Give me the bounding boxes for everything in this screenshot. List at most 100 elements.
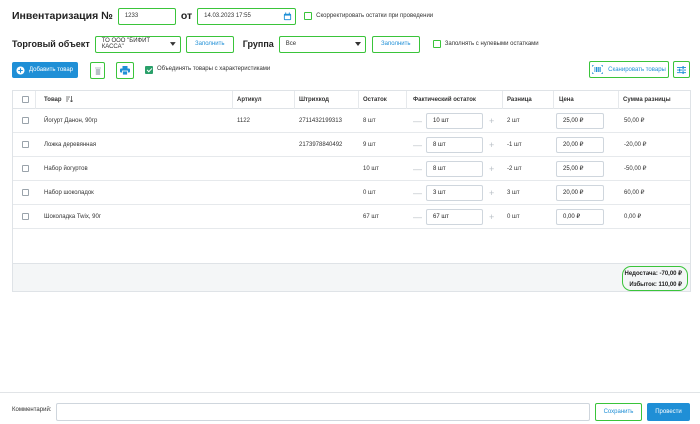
product-stock: 67 шт [363,214,379,220]
sort-icon[interactable] [66,96,74,104]
product-diff: 3 шт [507,190,520,196]
surplus-total: Избыток: 110,00 ₽ [629,282,682,288]
inventory-table: Товар Артикул Штрихкод Остаток Фактическ… [12,90,691,292]
zero-stock-label: Заполнять с нулевыми остатками [444,41,539,47]
date-label: от [180,10,193,22]
calendar-icon[interactable] [283,11,292,21]
table-header: Товар Артикул Штрихкод Остаток Фактическ… [13,91,690,109]
row-checkbox[interactable] [22,141,29,148]
row-checkbox[interactable] [22,165,29,172]
add-product-button[interactable]: Добавить товар [12,62,78,78]
shortage-total: Недостача: -70,00 ₽ [624,271,682,277]
fill-group-button[interactable]: Заполнить [371,35,420,53]
column-header-diff: Разница [507,97,532,103]
column-header-sum: Сумма разницы [623,97,671,103]
plus-icon[interactable]: + [489,133,494,157]
plus-icon[interactable]: + [489,157,494,181]
minus-icon[interactable]: — [413,133,422,157]
scan-products-button[interactable]: Сканировать товары [589,61,669,78]
date-field[interactable]: 14.03.2023 17:55 [197,7,297,25]
fill-button[interactable]: Заполнить [185,35,234,53]
select-all-checkbox[interactable] [22,96,29,103]
delete-button[interactable] [90,62,105,79]
scan-products-label: Сканировать товары [608,66,666,73]
product-diff: 2 шт [507,118,520,124]
page-title: Инвентаризация № [12,10,113,22]
table-row[interactable]: Набор йогуртов 10 шт —8 шт + -2 шт 25,00 ₽ -50… [13,157,690,181]
product-diff: 0 шт [507,214,520,220]
trade-object-label: Торговый объект [12,39,90,49]
plus-circle-icon [16,65,25,75]
minus-icon[interactable]: — [413,109,422,133]
trade-object-select[interactable]: ТО ООО "БИФИТ КАССА" [94,35,181,53]
row-checkbox[interactable] [22,117,29,124]
printer-icon [120,66,130,75]
product-stock: 8 шт [363,118,376,124]
header-row: Инвентаризация № 1233 от 14.03.2023 17:5… [12,6,433,26]
actual-stock-input[interactable]: 8 шт [426,137,483,153]
barcode-scan-icon [592,65,604,74]
trash-icon [94,67,101,75]
group-select[interactable]: Все [278,35,366,53]
settings-sliders-icon [677,65,686,74]
product-name: Набор шоколадок [44,190,94,196]
price-input[interactable]: 0,00 ₽ [556,209,604,225]
column-header-actual: Фактический остаток [413,97,476,103]
plus-icon[interactable]: + [489,205,494,229]
product-sum: -20,00 ₽ [624,142,647,148]
table-row[interactable]: Набор шоколадок 0 шт —3 шт +3 шт 20,00 ₽60,0… [13,181,690,205]
product-sum: 60,00 ₽ [624,190,645,196]
row-checkbox[interactable] [22,189,29,196]
minus-icon[interactable]: — [413,157,422,181]
column-header-stock: Остаток [363,97,387,103]
table-row[interactable]: Йогурт Данон, 90гр 1122 2711432199313 8 шт —… [13,109,690,133]
price-input[interactable]: 25,00 ₽ [556,161,604,177]
post-button[interactable]: Провести [647,403,690,421]
adjust-stock-label: Скорректировать остатки при проведении [316,13,434,19]
print-button[interactable] [116,62,134,79]
add-product-label: Добавить товар [29,67,73,73]
date-value: 14.03.2023 17:55 [204,13,251,19]
row-checkbox[interactable] [22,213,29,220]
column-settings-button[interactable] [673,61,690,78]
group-value: Все [285,41,297,47]
adjust-stock-checkbox[interactable] [304,12,313,20]
price-input[interactable]: 20,00 ₽ [556,185,604,201]
plus-icon[interactable]: + [489,181,494,205]
actual-stock-input[interactable]: 3 шт [426,185,483,201]
price-input[interactable]: 20,00 ₽ [556,137,604,153]
product-stock: 0 шт [363,190,376,196]
column-header-article: Артикул [237,97,262,103]
doc-number-field[interactable]: 1233 [117,7,176,25]
product-name: Набор йогуртов [44,166,88,172]
plus-icon[interactable]: + [489,109,494,133]
minus-icon[interactable]: — [413,181,422,205]
product-diff: -1 шт [507,142,522,148]
chevron-down-icon [354,42,361,46]
actual-stock-input[interactable]: 10 шт [426,113,483,129]
product-diff: -2 шт [507,166,522,172]
minus-icon[interactable]: — [413,205,422,229]
actual-stock-input[interactable]: 67 шт [426,209,483,225]
zero-stock-checkbox[interactable] [432,40,441,48]
table-row[interactable]: Ложка деревянная 2173978840492 9 шт —8 шт + -… [13,133,690,157]
product-name: Йогурт Данон, 90гр [44,118,98,124]
product-sum: 50,00 ₽ [624,118,645,124]
merge-products-label: Объединять товары с характеристиками [157,66,271,72]
actual-stock-input[interactable]: 8 шт [426,161,483,177]
comment-field[interactable] [56,403,590,421]
chevron-down-icon [170,42,176,46]
table-row[interactable]: Шоколадка Twix, 90г 67 шт —67 шт +0 шт 0,00 … [13,205,690,229]
product-stock: 9 шт [363,142,376,148]
product-sum: 0,00 ₽ [624,214,642,220]
product-sum: -50,00 ₽ [624,166,647,172]
column-header-product[interactable]: Товар [44,91,74,109]
trade-object-value: ТО ООО "БИФИТ КАССА" [101,38,151,50]
price-input[interactable]: 25,00 ₽ [556,113,604,129]
product-article: 1122 [237,118,250,124]
product-barcode: 2711432199313 [299,118,342,124]
save-button[interactable]: Сохранить [595,403,642,421]
comment-label: Комментарий: [12,407,52,413]
merge-products-checkbox[interactable] [145,66,153,74]
product-name: Ложка деревянная [44,142,97,148]
